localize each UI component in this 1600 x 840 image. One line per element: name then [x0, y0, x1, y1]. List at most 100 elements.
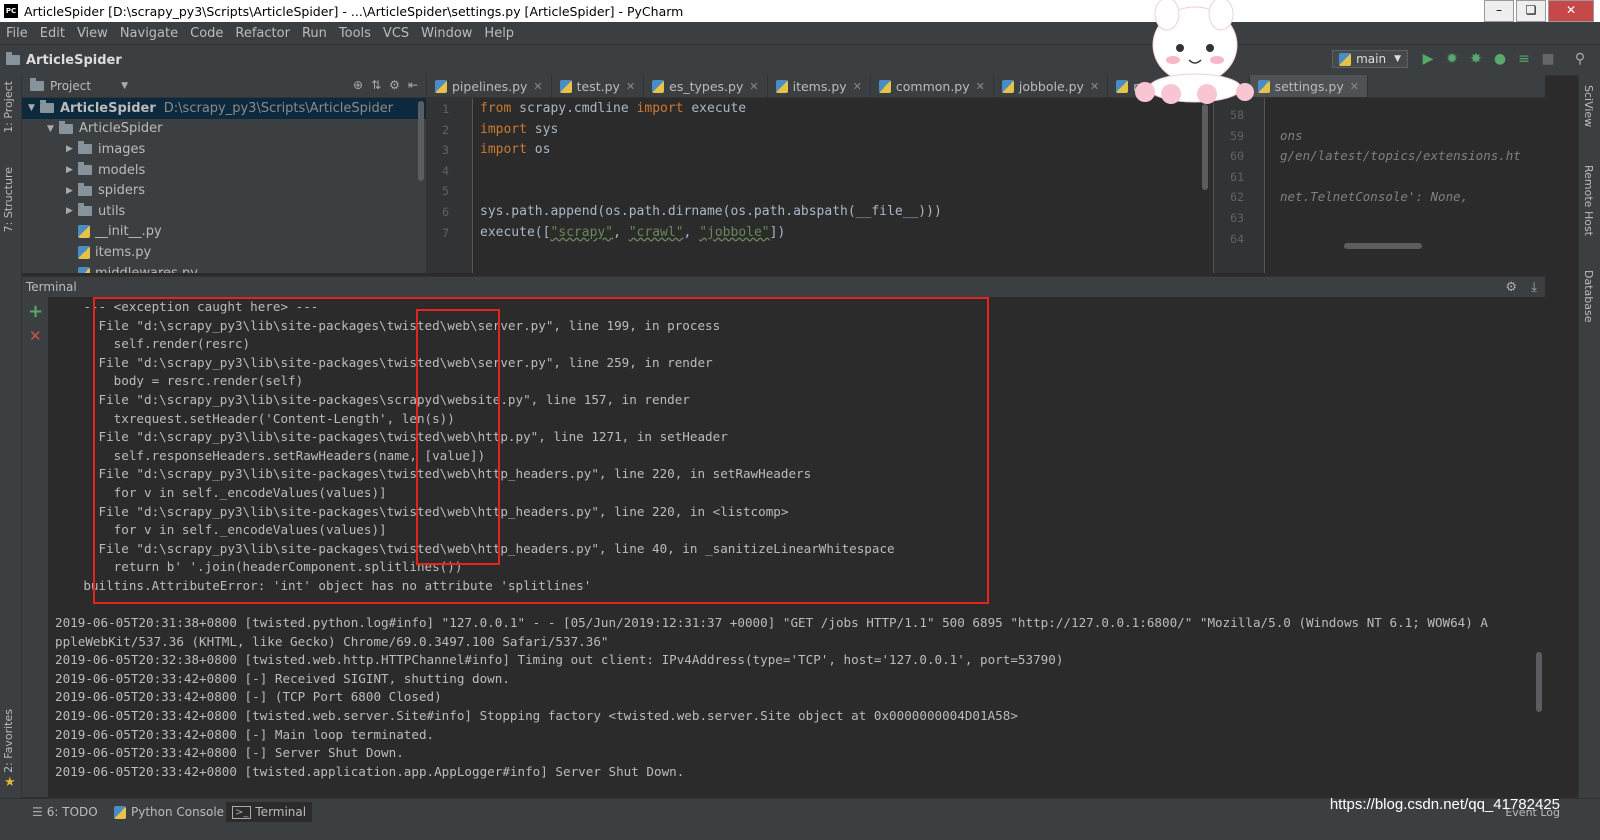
close-icon[interactable]: ✕ [533, 80, 542, 93]
favorites-tool-button[interactable]: 2: Favorites [2, 709, 15, 773]
editor-split-pane[interactable]: 58 59 60 61 62 63 64 ons g/en/latest/topics/ext… [1213, 98, 1546, 273]
editor-tab[interactable]: settings.py ✕ [1249, 75, 1368, 97]
stop-icon[interactable]: ■ [1538, 49, 1558, 69]
menu-window[interactable]: Window [415, 26, 478, 41]
hide-icon[interactable]: ⤓ [1531, 280, 1537, 295]
menu-run[interactable]: Run [296, 26, 333, 41]
terminal-line: 2019-06-05T20:32:38+0800 [twisted.web.ht… [55, 652, 1064, 668]
python-console-tab[interactable]: Python Console [108, 802, 230, 822]
python-file-icon [775, 79, 788, 93]
editor-tab[interactable]: es_types.py ✕ [644, 75, 768, 97]
coverage-icon[interactable]: ✸ [1466, 49, 1486, 69]
python-file-icon [78, 225, 90, 239]
project-tool-button[interactable]: 1: Project [2, 81, 15, 133]
code-token: from [480, 101, 520, 116]
editor-tab[interactable]: pipelines.py ✕ [427, 75, 552, 97]
code-line: net.TelnetConsole': None, [1280, 189, 1469, 205]
expand-right-icon[interactable]: ▶ [66, 144, 78, 154]
editor-tab[interactable]: common.py ✕ [871, 75, 994, 97]
menu-vcs[interactable]: VCS [377, 26, 415, 41]
code-line: import os [480, 142, 550, 157]
project-panel-title[interactable]: Project [50, 79, 91, 93]
search-icon[interactable]: ⚲ [1570, 49, 1590, 69]
code-token: sys [534, 121, 559, 137]
structure-tool-button[interactable]: 7: Structure [2, 167, 15, 232]
tree-item-label: spiders [98, 183, 146, 199]
close-icon[interactable]: ✕ [626, 80, 635, 93]
python-file-icon [1001, 79, 1014, 93]
database-tool-button[interactable]: Database [1582, 270, 1595, 323]
editor-tab-label: test.py [576, 78, 620, 94]
close-icon[interactable]: ✕ [1090, 80, 1099, 93]
menu-tools[interactable]: Tools [333, 26, 377, 41]
close-icon[interactable]: ✕ [1350, 80, 1359, 93]
expand-right-icon[interactable]: ▶ [66, 206, 78, 216]
tree-item[interactable]: __init__.py [22, 222, 426, 243]
hide-icon[interactable]: ⇤ [408, 78, 418, 92]
editor-tab[interactable]: items.py ✕ [768, 75, 871, 97]
tree-item[interactable]: ▶ utils [22, 201, 426, 222]
close-window-button[interactable]: ✕ [1548, 0, 1594, 22]
expand-down-icon[interactable]: ▼ [47, 124, 59, 134]
close-session-icon[interactable]: ✕ [29, 327, 42, 345]
terminal-tab[interactable]: >_ Terminal [226, 802, 313, 822]
minimize-button[interactable]: – [1484, 0, 1514, 22]
close-icon[interactable]: ✕ [749, 80, 758, 93]
menu-edit[interactable]: Edit [34, 26, 71, 41]
line-number: 1 [442, 102, 449, 116]
debug-icon[interactable]: ✹ [1442, 49, 1462, 69]
concurrency-icon[interactable]: ≡ [1514, 49, 1534, 69]
tree-item[interactable]: ▼ ArticleSpider [22, 119, 426, 140]
expand-right-icon[interactable]: ▶ [66, 165, 78, 175]
menu-refactor[interactable]: Refactor [229, 26, 296, 41]
line-number: 61 [1230, 169, 1244, 184]
menu-navigate[interactable]: Navigate [114, 26, 184, 41]
gear-icon[interactable]: ⚙ [389, 78, 400, 92]
expand-right-icon[interactable]: ▶ [66, 186, 78, 196]
tree-item[interactable]: middlewares.py [22, 263, 426, 273]
editor-main-pane[interactable]: 1 2 3 4 5 6 7 from scrapy.cmdline import execu… [427, 98, 1212, 273]
line-number: 5 [442, 184, 449, 199]
expand-down-icon[interactable]: ▼ [28, 103, 40, 113]
horizontal-scrollbar[interactable] [1344, 243, 1422, 249]
breadcrumb[interactable]: ArticleSpider [6, 52, 122, 68]
run-config-dropdown[interactable]: main ▼ [1332, 50, 1408, 68]
close-icon[interactable]: ✕ [853, 80, 862, 93]
line-number: 6 [442, 205, 449, 219]
maximize-button[interactable]: ❏ [1516, 0, 1546, 22]
gear-icon[interactable]: ⚙ [1505, 280, 1517, 295]
sciview-tool-button[interactable]: SciView [1582, 85, 1595, 127]
locate-icon[interactable]: ⊕ [353, 78, 363, 92]
new-session-icon[interactable]: + [28, 301, 43, 322]
line-gutter: 58 59 60 61 62 63 64 [1214, 98, 1265, 273]
remote-host-tool-button[interactable]: Remote Host [1582, 165, 1595, 236]
chevron-down-icon[interactable]: ▼ [121, 81, 128, 91]
python-icon [1339, 52, 1352, 66]
terminal-scrollbar[interactable] [1536, 652, 1542, 712]
code-token: ]) [769, 224, 786, 240]
menu-file[interactable]: File [0, 26, 34, 41]
menu-view[interactable]: View [71, 26, 114, 41]
profile-icon[interactable]: ● [1490, 49, 1510, 69]
tree-item[interactable]: ▶ spiders [22, 180, 426, 201]
tree-item-path: D:\scrapy_py3\Scripts\ArticleSpider [163, 100, 394, 116]
editor-tab[interactable]: jobbole.py ✕ [994, 75, 1109, 97]
editor-scrollbar[interactable] [1202, 104, 1208, 190]
editor-tab-label: pipelines.py [452, 78, 528, 94]
menu-code[interactable]: Code [184, 26, 229, 41]
tree-item[interactable]: ▶ images [22, 139, 426, 160]
menu-help[interactable]: Help [478, 26, 520, 41]
code-token: import [480, 121, 535, 137]
tree-item[interactable]: ▶ models [22, 160, 426, 181]
code-token: "scrapy" [550, 224, 614, 240]
close-icon[interactable]: ✕ [976, 80, 985, 93]
run-icon[interactable]: ▶ [1418, 49, 1438, 69]
tree-item[interactable]: items.py [22, 242, 426, 263]
editor-tab[interactable]: test.py ✕ [552, 75, 645, 97]
todo-tab[interactable]: ☰ 6: TODO [26, 802, 104, 822]
terminal-output[interactable]: --- <exception caught here> --- File "d:… [49, 297, 1545, 797]
tree-item[interactable]: ▼ ArticleSpider D:\scrapy_py3\Scripts\Arti… [22, 98, 426, 119]
code-token: execute [691, 101, 747, 116]
collapse-icon[interactable]: ⇅ [371, 78, 381, 92]
project-scrollbar[interactable] [418, 101, 424, 181]
